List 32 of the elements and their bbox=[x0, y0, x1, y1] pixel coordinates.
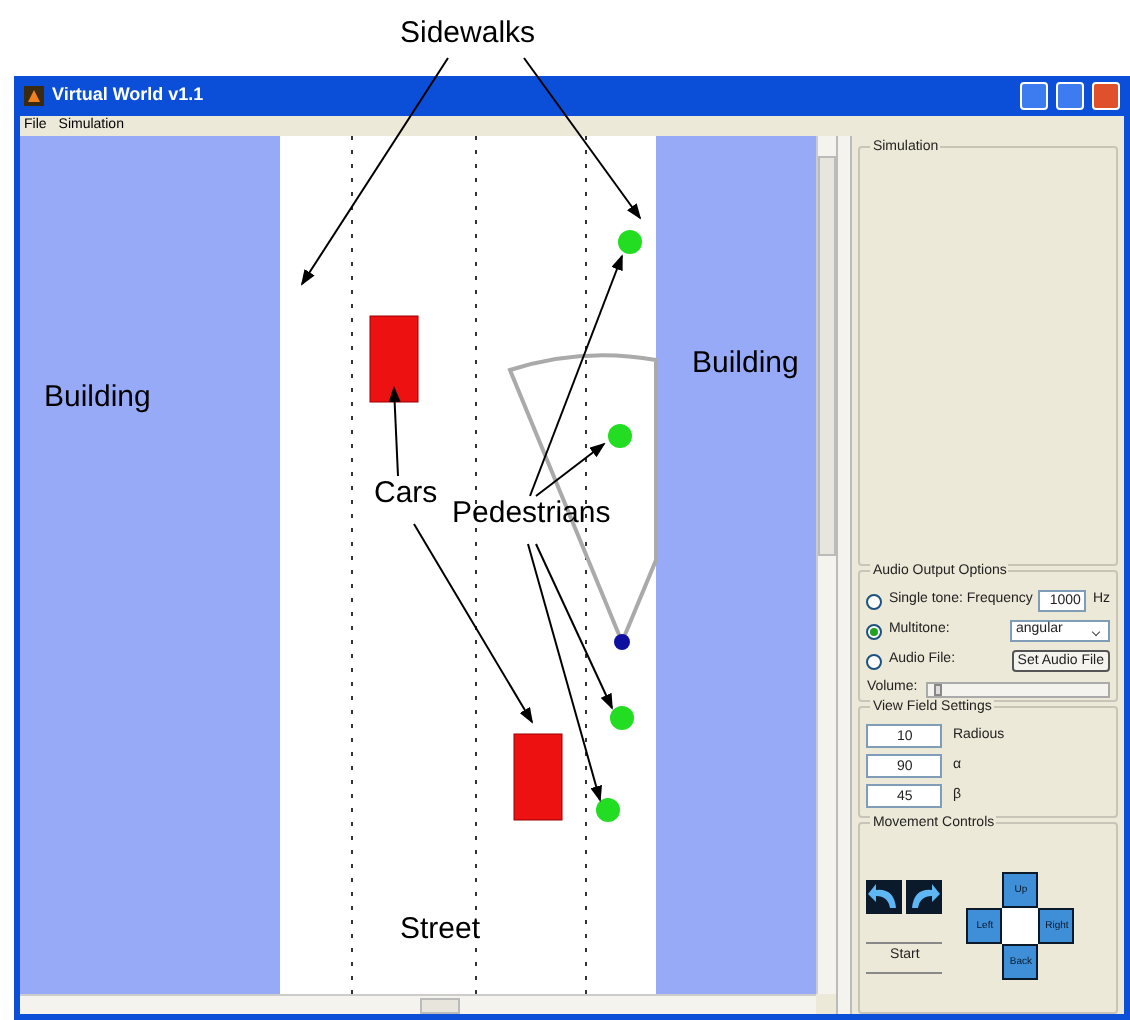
annotation-arrow bbox=[388, 386, 401, 477]
pad-center bbox=[1002, 908, 1039, 944]
pedestrians-label: Pedestrians bbox=[452, 496, 611, 532]
observer-dot bbox=[614, 634, 630, 650]
vertical-scrollbar[interactable] bbox=[836, 136, 853, 1014]
sidewalks-label: Sidewalks bbox=[400, 16, 536, 52]
rotate-right-icon[interactable] bbox=[906, 879, 943, 913]
horizontal-scrollbar[interactable] bbox=[20, 994, 816, 1014]
pedestrian bbox=[596, 798, 620, 822]
window-title: Virtual World v1.1 bbox=[52, 82, 204, 109]
slider-thumb[interactable] bbox=[934, 683, 943, 695]
pedestrian bbox=[618, 230, 642, 254]
street-label: Street bbox=[400, 912, 481, 948]
pedestrian bbox=[610, 706, 634, 730]
pedestrian bbox=[608, 424, 632, 448]
volume-slider[interactable] bbox=[925, 681, 1110, 697]
scrollbar-thumb[interactable] bbox=[818, 156, 836, 556]
radio-button[interactable] bbox=[866, 653, 883, 669]
rotate-left-icon[interactable] bbox=[866, 879, 903, 913]
maximize-button[interactable] bbox=[1056, 82, 1084, 110]
car bbox=[369, 315, 419, 403]
radio-button[interactable] bbox=[866, 623, 883, 639]
close-button[interactable] bbox=[1092, 82, 1120, 110]
vertical-scrollbar[interactable] bbox=[816, 136, 836, 994]
scrollbar-thumb[interactable] bbox=[420, 997, 460, 1013]
minimize-button[interactable] bbox=[1020, 82, 1048, 110]
app-icon bbox=[24, 86, 44, 106]
car bbox=[513, 733, 563, 821]
building-label: Building bbox=[44, 380, 151, 416]
radio-button[interactable] bbox=[866, 593, 883, 609]
cars-label: Cars bbox=[374, 476, 438, 512]
building-label: Building bbox=[692, 346, 799, 382]
